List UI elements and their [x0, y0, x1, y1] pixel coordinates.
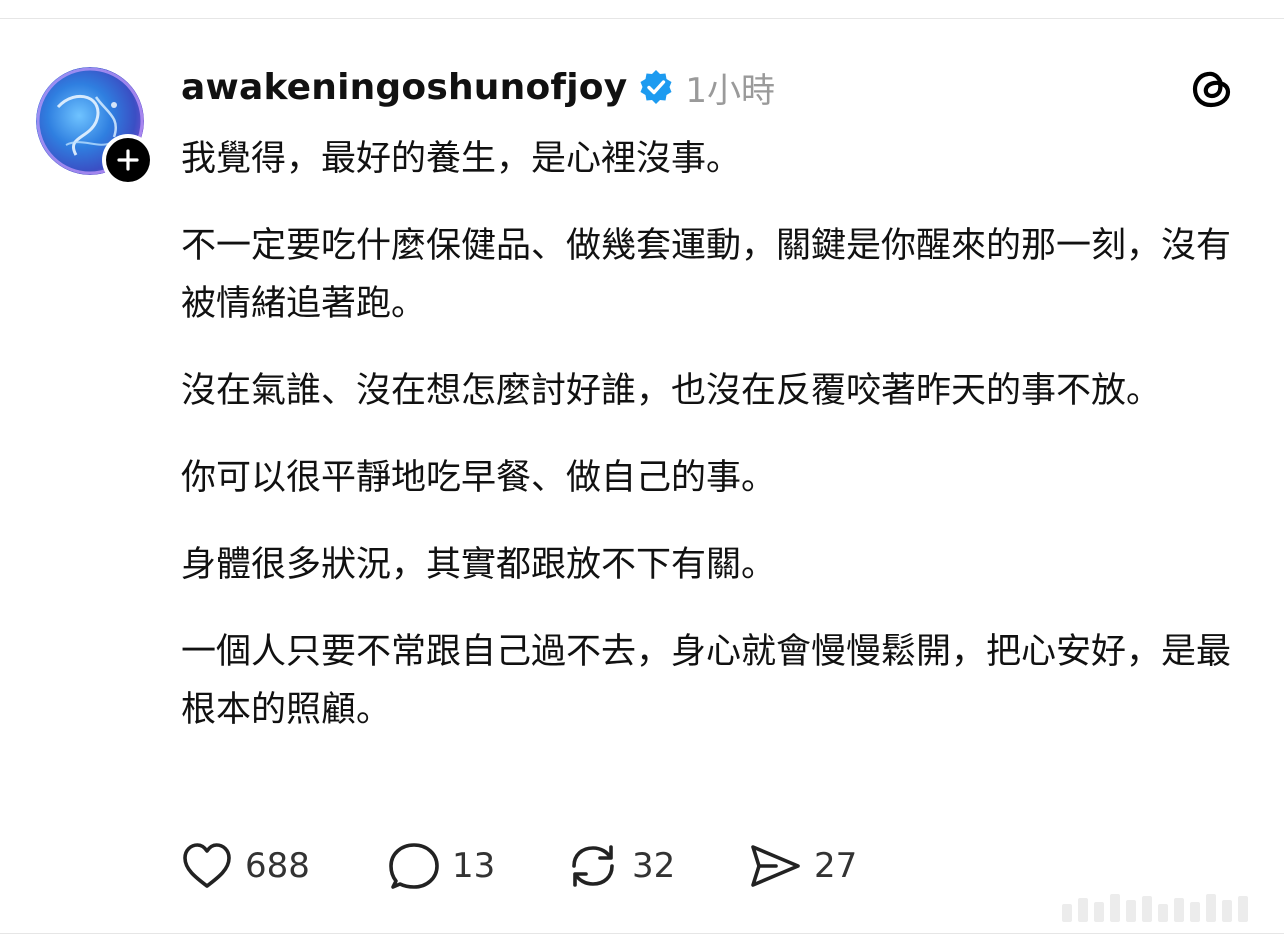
- post-header: awakeningoshunofjoy 1小時: [181, 62, 775, 112]
- send-icon: [748, 841, 802, 891]
- threads-logo-icon[interactable]: [1188, 64, 1236, 112]
- repost-count: 32: [632, 846, 676, 886]
- speech-bubble-icon: [388, 841, 440, 891]
- follow-button[interactable]: [102, 134, 154, 186]
- watermark-bars: [1062, 890, 1274, 922]
- share-button[interactable]: 27: [748, 841, 857, 891]
- like-count: 688: [245, 846, 310, 886]
- share-count: 27: [814, 846, 858, 886]
- post-paragraph: 不一定要吃什麼保健品、做幾套運動，關鍵是你醒來的那一刻，沒有被情緒追著跑。: [181, 226, 1232, 324]
- repost-button[interactable]: 32: [566, 840, 748, 892]
- plus-icon: [106, 138, 150, 182]
- post-paragraph: 身體很多狀況，其實都跟放不下有關。: [181, 545, 777, 585]
- reply-button[interactable]: 13: [388, 841, 566, 891]
- action-bar: 688 13 32 27: [181, 840, 857, 892]
- post-timestamp[interactable]: 1小時: [685, 63, 775, 112]
- avatar-container[interactable]: [36, 67, 154, 186]
- post-paragraph: 一個人只要不常跟自己過不去，身心就會慢慢鬆開，把心安好，是最根本的照顧。: [181, 632, 1232, 730]
- repost-icon: [566, 840, 620, 892]
- username-link[interactable]: awakeningoshunofjoy: [181, 67, 627, 108]
- post-paragraph: 沒在氣誰、沒在想怎麼討好誰，也沒在反覆咬著昨天的事不放。: [181, 371, 1162, 411]
- verified-badge-icon: [637, 68, 675, 106]
- like-button[interactable]: 688: [181, 841, 388, 891]
- top-divider: [0, 18, 1284, 19]
- post-paragraph: 我覺得，最好的養生，是心裡沒事。: [181, 139, 742, 179]
- post-paragraph: 你可以很平靜地吃早餐、做自己的事。: [181, 458, 777, 498]
- bottom-divider: [0, 933, 1284, 934]
- reply-count: 13: [452, 846, 496, 886]
- heart-icon: [181, 841, 233, 891]
- post-body: 我覺得，最好的養生，是心裡沒事。 不一定要吃什麼保健品、做幾套運動，關鍵是你醒來…: [181, 130, 1241, 768]
